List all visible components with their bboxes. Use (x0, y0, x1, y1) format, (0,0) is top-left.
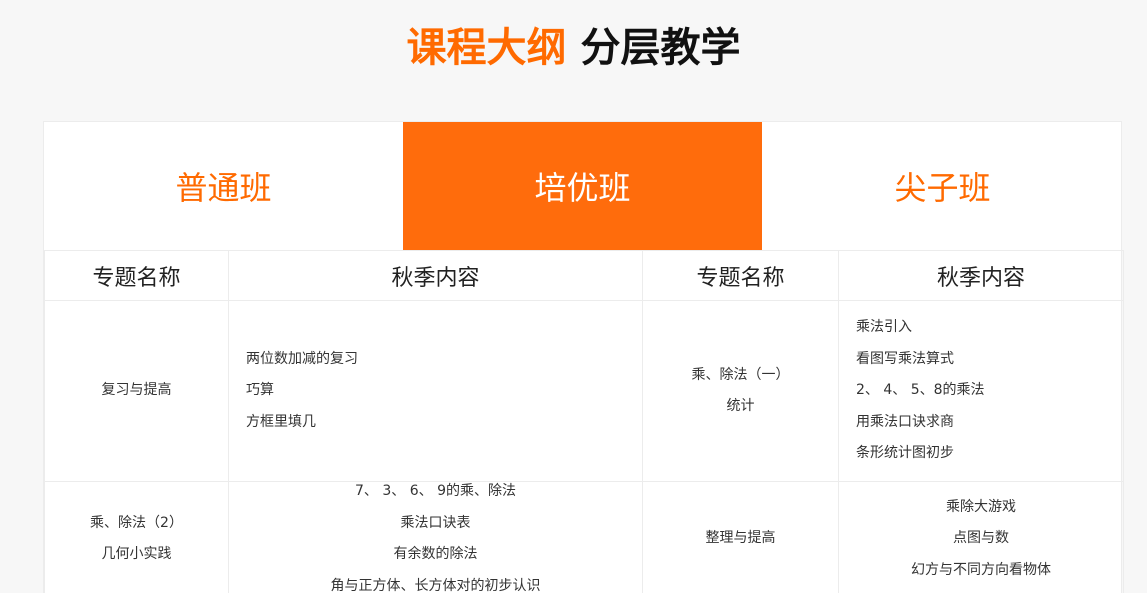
content-cell: 乘除大游戏 点图与数 幻方与不同方向看物体 (838, 481, 1124, 593)
content-line: 巧算 (246, 382, 274, 399)
tab-label: 普通班 (175, 169, 272, 207)
content-line: 有余数的除法 (393, 546, 478, 562)
table-row: 乘、除法（2） 几何小实践 7、 3、 6、 9的乘、除法 乘法口诀表 有余数的… (44, 481, 1124, 593)
content-line: 7、 3、 6、 9的乘、除法 (355, 483, 516, 499)
header-topic: 专题名称 (44, 250, 229, 301)
topic-line: 乘、除法（2） (90, 514, 183, 531)
table-header-row: 专题名称 秋季内容 专题名称 秋季内容 (44, 250, 1124, 301)
syllabus-table: 专题名称 秋季内容 专题名称 秋季内容 复习与提高 两位数加减的复习 巧算 方框… (44, 250, 1124, 593)
page-title: 课程大纲 分层教学 (0, 22, 1147, 74)
content-line: 用乘法口诀求商 (856, 413, 954, 430)
content-line: 2、 4、 5、8的乘法 (856, 382, 985, 399)
topic-line: 整理与提高 (705, 530, 776, 547)
content-line: 乘法引入 (856, 319, 912, 336)
content-line: 乘法口诀表 (400, 514, 471, 531)
topic-cell: 复习与提高 (44, 300, 229, 482)
topic-cell: 乘、除法（2） 几何小实践 (44, 481, 229, 593)
title-rest: 分层教学 (580, 25, 741, 71)
title-accent: 课程大纲 (406, 25, 567, 71)
tab-regular-class[interactable]: 普通班 (44, 122, 403, 250)
tab-top-class[interactable]: 尖子班 (762, 122, 1123, 250)
header-content: 秋季内容 (228, 250, 643, 301)
content-line: 条形统计图初步 (856, 445, 954, 462)
topic-line: 复习与提高 (101, 382, 172, 399)
topic-line: 统计 (726, 398, 755, 414)
tab-label: 尖子班 (894, 169, 991, 207)
tab-advanced-class[interactable]: 培优班 (403, 122, 762, 250)
table-row: 复习与提高 两位数加减的复习 巧算 方框里填几 乘、除法（一） 统计 乘法引入 (44, 300, 1124, 482)
topic-cell: 整理与提高 (642, 481, 839, 593)
content-line: 乘除大游戏 (946, 498, 1016, 515)
content-line: 两位数加减的复习 (246, 350, 358, 367)
topic-line: 乘、除法（一） (691, 366, 790, 383)
content-line: 点图与数 (953, 530, 1009, 547)
content-line: 幻方与不同方向看物体 (911, 561, 1051, 578)
content-line: 方框里填几 (246, 413, 316, 430)
content-cell: 两位数加减的复习 巧算 方框里填几 (228, 300, 643, 482)
tab-label: 培优班 (534, 169, 631, 207)
class-tabs: 普通班 培优班 尖子班 (44, 122, 1123, 250)
header-topic: 专题名称 (642, 250, 839, 301)
content-cell: 乘法引入 看图写乘法算式 2、 4、 5、8的乘法 用乘法口诀求商 条形统计图初… (838, 300, 1124, 482)
content-line: 看图写乘法算式 (856, 350, 954, 367)
content-line: 角与正方体、长方体对的初步认识 (330, 577, 541, 593)
topic-cell: 乘、除法（一） 统计 (642, 300, 839, 482)
topic-line: 几何小实践 (101, 546, 172, 562)
header-content: 秋季内容 (838, 250, 1124, 301)
content-cell: 7、 3、 6、 9的乘、除法 乘法口诀表 有余数的除法 角与正方体、长方体对的… (228, 481, 643, 593)
syllabus-panel: 普通班 培优班 尖子班 专题名称 秋季内容 专题名称 秋季内容 复习与提高 两位… (43, 121, 1124, 593)
